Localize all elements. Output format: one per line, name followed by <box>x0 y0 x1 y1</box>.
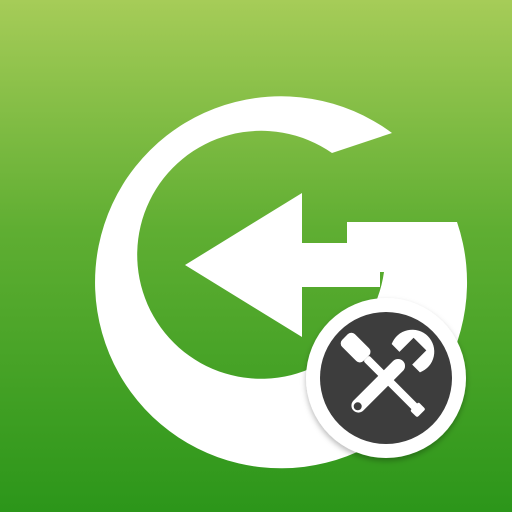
app-icon[interactable] <box>0 0 512 512</box>
app-icon-canvas <box>0 0 512 512</box>
